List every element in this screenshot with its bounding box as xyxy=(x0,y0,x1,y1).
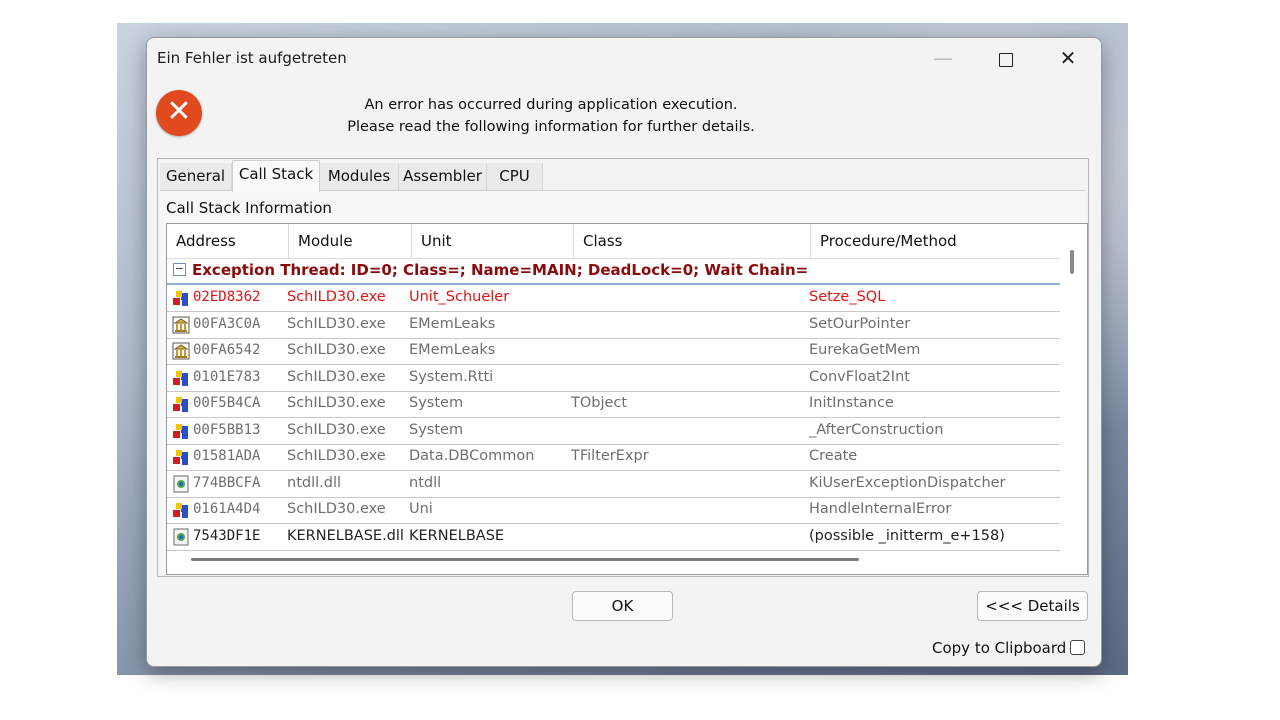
library-icon xyxy=(172,342,190,360)
cell-unit: Unit_Schueler xyxy=(409,289,510,305)
copy-to-clipboard[interactable]: Copy to Clipboard xyxy=(932,639,1086,657)
error-message-line1: An error has occurred during application… xyxy=(364,97,738,113)
cell-address: 00F5B4CA xyxy=(193,395,261,411)
column-header-address[interactable]: Address xyxy=(167,224,289,258)
collapse-toggle-icon[interactable]: − xyxy=(173,263,186,276)
error-message: An error has occurred during application… xyxy=(307,94,795,138)
dll-icon xyxy=(172,475,190,493)
delphi-unit-icon xyxy=(172,501,190,519)
cell-module: SchILD30.exe xyxy=(287,368,386,385)
details-panel: General Call Stack Modules Assembler CPU… xyxy=(157,158,1089,577)
cell-module: SchILD30.exe xyxy=(287,395,386,411)
call-stack-row[interactable]: 00F5BB13 SchILD30.exe System _AfterConstruc… xyxy=(167,418,1060,445)
cell-unit: EMemLeaks xyxy=(409,342,496,358)
minimize-button[interactable]: — xyxy=(920,42,966,74)
call-stack-row[interactable]: 00FA3C0A SchILD30.exe EMemLeaks SetOurPoint… xyxy=(167,312,1060,339)
cell-module: KERNELBASE.dll xyxy=(287,527,404,544)
copy-to-clipboard-checkbox[interactable] xyxy=(1070,640,1086,655)
list-header: Address Module Unit Class Procedure/Meth… xyxy=(167,224,1060,259)
cell-module: SchILD30.exe xyxy=(287,501,386,517)
cell-address: 00FA6542 xyxy=(193,342,261,358)
cell-method: ConvFloat2Int xyxy=(809,368,910,385)
cell-address: 00FA3C0A xyxy=(193,315,261,332)
cell-address: 774BBCFA xyxy=(193,474,261,491)
call-stack-row[interactable]: 02ED8362 SchILD30.exe Unit_Schueler Setze_S… xyxy=(167,285,1060,312)
cell-unit: KERNELBASE xyxy=(409,527,505,544)
details-toggle-button[interactable]: <<< Details xyxy=(977,591,1088,621)
tab-general[interactable]: General xyxy=(160,163,232,190)
cell-method: Setze_SQL xyxy=(809,289,886,305)
tab-cpu[interactable]: CPU xyxy=(487,163,543,190)
error-icon: ✕ xyxy=(156,90,202,136)
copy-to-clipboard-label: Copy to Clipboard xyxy=(932,639,1067,657)
cell-method: KiUserExceptionDispatcher xyxy=(809,474,1006,491)
error-message-line2: Please read the following information fo… xyxy=(347,119,755,135)
tab-assembler[interactable]: Assembler xyxy=(399,163,487,190)
error-dialog: Ein Fehler ist aufgetreten — ✕ ✕ An erro… xyxy=(146,37,1102,667)
cell-method: Create xyxy=(809,448,858,464)
delphi-unit-icon xyxy=(172,369,190,387)
delphi-unit-icon xyxy=(172,395,190,413)
cell-unit: System.Rtti xyxy=(409,368,494,385)
dll-icon xyxy=(172,528,190,546)
call-stack-list[interactable]: Address Module Unit Class Procedure/Meth… xyxy=(166,223,1088,575)
column-header-method[interactable]: Procedure/Method xyxy=(811,224,1060,258)
group-title: Exception Thread: ID=0; Class=; Name=MAI… xyxy=(192,261,809,279)
cell-module: SchILD30.exe xyxy=(287,289,386,305)
cell-module: SchILD30.exe xyxy=(287,421,386,438)
tab-modules[interactable]: Modules xyxy=(320,163,399,190)
maximize-button[interactable] xyxy=(983,42,1029,74)
call-stack-row[interactable]: 00F5B4CA SchILD30.exe System TObject InitIns… xyxy=(167,391,1060,418)
close-button[interactable]: ✕ xyxy=(1045,42,1091,74)
title-bar: Ein Fehler ist aufgetreten — ✕ xyxy=(147,38,1101,78)
cell-method: InitInstance xyxy=(809,395,894,411)
cell-address: 01581ADA xyxy=(193,448,261,464)
cell-unit: System xyxy=(409,395,464,411)
cell-method: HandleInternalError xyxy=(809,501,952,517)
delphi-unit-icon xyxy=(172,448,190,466)
delphi-unit-icon xyxy=(172,422,190,440)
maximize-icon xyxy=(999,52,1013,67)
cell-address: 7543DF1E xyxy=(193,527,261,544)
cell-class: TObject xyxy=(571,395,628,411)
cell-method: SetOurPointer xyxy=(809,315,911,332)
cell-unit: Data.DBCommon xyxy=(409,448,535,464)
library-icon xyxy=(172,316,190,334)
cell-method: (possible _initterm_e+158) xyxy=(809,527,1005,544)
cell-class: TFilterExpr xyxy=(571,448,649,464)
column-header-unit[interactable]: Unit xyxy=(412,224,574,258)
cell-method: _AfterConstruction xyxy=(809,421,944,438)
cell-unit: ntdll xyxy=(409,474,442,491)
tab-call-stack[interactable]: Call Stack xyxy=(232,160,320,192)
delphi-unit-icon xyxy=(172,289,190,307)
cell-module: SchILD30.exe xyxy=(287,315,386,332)
cell-unit: Uni xyxy=(409,501,433,517)
window-title: Ein Fehler ist aufgetreten xyxy=(157,49,347,67)
cell-unit: System xyxy=(409,421,464,438)
call-stack-row[interactable]: 0161A4D4 SchILD30.exe Uni HandleInternalErr… xyxy=(167,497,1060,524)
vertical-scrollbar[interactable] xyxy=(1070,250,1074,274)
horizontal-scrollbar[interactable] xyxy=(191,558,859,561)
cell-address: 0101E783 xyxy=(193,368,261,385)
cell-module: ntdll.dll xyxy=(287,474,342,491)
call-stack-row[interactable]: 7543DF1E KERNELBASE.dll KERNELBASE (possibl… xyxy=(167,524,1060,551)
call-stack-row[interactable]: 00FA6542 SchILD30.exe EMemLeaks EurekaGetMe… xyxy=(167,338,1060,365)
cell-unit: EMemLeaks xyxy=(409,315,496,332)
cell-method: EurekaGetMem xyxy=(809,342,921,358)
cell-module: SchILD30.exe xyxy=(287,342,386,358)
tab-strip: General Call Stack Modules Assembler CPU xyxy=(160,160,1086,192)
call-stack-row[interactable]: 01581ADA SchILD30.exe Data.DBCommon TFilter… xyxy=(167,444,1060,471)
call-stack-row[interactable]: 0101E783 SchILD30.exe System.Rtti ConvFloat… xyxy=(167,365,1060,392)
cell-address: 02ED8362 xyxy=(193,289,261,305)
cell-address: 00F5BB13 xyxy=(193,421,261,438)
call-stack-row[interactable]: 774BBCFA ntdll.dll ntdll KiUserExceptionDis… xyxy=(167,471,1060,498)
ok-button[interactable]: OK xyxy=(572,591,673,621)
cell-address: 0161A4D4 xyxy=(193,501,261,517)
section-label: Call Stack Information xyxy=(166,199,332,217)
exception-thread-group[interactable]: − Exception Thread: ID=0; Class=; Name=M… xyxy=(167,258,1060,285)
column-header-class[interactable]: Class xyxy=(574,224,811,258)
column-header-module[interactable]: Module xyxy=(289,224,412,258)
cell-module: SchILD30.exe xyxy=(287,448,386,464)
